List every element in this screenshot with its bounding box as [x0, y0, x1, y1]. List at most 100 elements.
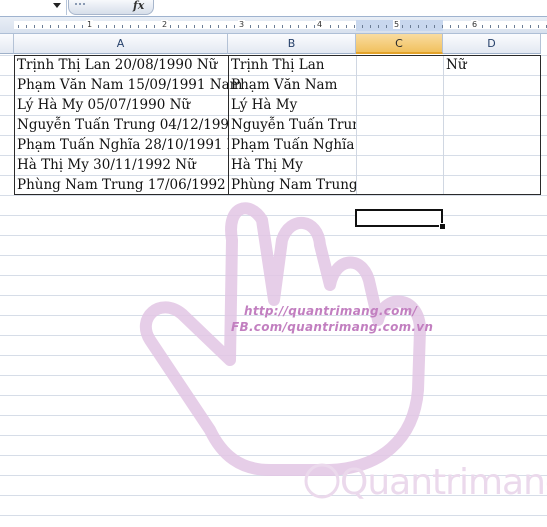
- grid-row-line: [0, 475, 547, 476]
- table-column-divider: [228, 55, 229, 195]
- grid-row-line: [0, 335, 547, 336]
- ruler-tick: [506, 25, 507, 28]
- grid-row-line: [0, 215, 547, 216]
- ruler-tick: [186, 25, 187, 28]
- cell-d[interactable]: [443, 175, 541, 195]
- name-box[interactable]: [0, 0, 67, 15]
- ruler-tick: [266, 25, 267, 28]
- excel-window: fx 1 2 3 4 5 6 A B C D Trịnh Thị Lan 20/…: [0, 0, 547, 527]
- ruler-tick: [26, 25, 27, 28]
- ruler-tick: [82, 25, 83, 28]
- cell-b[interactable]: Phạm Văn Nam: [228, 75, 356, 95]
- cell-b[interactable]: Phùng Nam Trung: [228, 175, 356, 195]
- cell-c[interactable]: [356, 55, 443, 75]
- formula-input[interactable]: [154, 0, 547, 15]
- cell-d[interactable]: [443, 155, 541, 175]
- insert-function-button[interactable]: fx: [133, 0, 144, 12]
- ruler-tick: [450, 25, 451, 28]
- ruler-tick: [178, 25, 179, 28]
- cell-b[interactable]: Lý Hà My: [228, 95, 356, 115]
- ruler-tick: [130, 25, 131, 28]
- ruler-tick: [58, 25, 59, 28]
- ruler-tick: [282, 25, 283, 28]
- fill-handle[interactable]: [439, 223, 446, 230]
- cell-a[interactable]: Phùng Nam Trung 17/06/1992 Nam: [14, 175, 228, 195]
- column-header-c[interactable]: C: [356, 34, 443, 54]
- formula-bar: fx: [0, 0, 547, 17]
- ruler-tick: [386, 25, 387, 28]
- ruler-tick: [34, 25, 35, 28]
- table-row: Hà Thị My 30/11/1992 Nữ Hà Thị My: [14, 155, 541, 175]
- ruler-tick: [42, 25, 43, 28]
- ruler-tick: [498, 25, 499, 28]
- ruler-tick: [290, 25, 291, 28]
- ruler-tick: [514, 25, 515, 28]
- column-header-b[interactable]: B: [228, 34, 356, 54]
- cell-c[interactable]: [356, 155, 443, 175]
- ruler-tick: [402, 25, 403, 28]
- cell-a[interactable]: Hà Thị My 30/11/1992 Nữ: [14, 155, 228, 175]
- ruler-tick: [442, 25, 443, 28]
- cell-d[interactable]: [443, 75, 541, 95]
- grid-row-line: [0, 515, 547, 516]
- cell-b[interactable]: Hà Thị My: [228, 155, 356, 175]
- ruler-tick: [306, 25, 307, 28]
- grid-row-line: [0, 455, 547, 456]
- ruler-tick: [170, 25, 171, 28]
- horizontal-ruler: 1 2 3 4 5 6: [0, 17, 547, 34]
- grid-row-line: [0, 295, 547, 296]
- ruler-tick: [50, 25, 51, 28]
- grid-row-line: [0, 315, 547, 316]
- ruler-tick: [194, 25, 195, 28]
- ruler-tick: [274, 25, 275, 28]
- column-header-a[interactable]: A: [14, 34, 228, 54]
- ruler-tick: [210, 25, 211, 28]
- ruler-tick: [370, 25, 371, 28]
- ruler-tick: [490, 25, 491, 28]
- ruler-tick: [218, 25, 219, 28]
- ruler-tick: [458, 25, 459, 28]
- chevron-down-icon[interactable]: [53, 3, 61, 8]
- ruler-number: 5: [393, 20, 401, 29]
- cell-c[interactable]: [356, 95, 443, 115]
- ruler-tick: [114, 25, 115, 28]
- cell-b[interactable]: Nguyễn Tuấn Trung: [228, 115, 356, 135]
- ruler-tick: [410, 25, 411, 28]
- ruler-tick: [122, 25, 123, 28]
- cell-c[interactable]: [356, 115, 443, 135]
- ruler-tick: [362, 25, 363, 28]
- cell-c[interactable]: [356, 75, 443, 95]
- cell-d[interactable]: Nữ: [443, 55, 541, 75]
- formula-bar-handle[interactable]: fx: [68, 0, 154, 15]
- cell-a[interactable]: Trịnh Thị Lan 20/08/1990 Nữ: [14, 55, 228, 75]
- ruler-tick: [66, 25, 67, 28]
- column-header-d[interactable]: D: [443, 34, 541, 54]
- ruler-tick: [538, 25, 539, 28]
- table-row: Nguyễn Tuấn Trung 04/12/1992 Nam Nguyễn …: [14, 115, 541, 135]
- cell-d[interactable]: [443, 95, 541, 115]
- ruler-tick: [74, 25, 75, 28]
- selected-cell[interactable]: [355, 209, 443, 227]
- cell-a[interactable]: Lý Hà My 05/07/1990 Nữ: [14, 95, 228, 115]
- cell-b[interactable]: Phạm Tuấn Nghĩa: [228, 135, 356, 155]
- ruler-tick: [226, 25, 227, 28]
- cell-a[interactable]: Nguyễn Tuấn Trung 04/12/1992 Nam: [14, 115, 228, 135]
- ruler-tick: [298, 25, 299, 28]
- cell-d[interactable]: [443, 115, 541, 135]
- ruler-tick: [154, 25, 155, 28]
- cell-d[interactable]: [443, 135, 541, 155]
- cell-a[interactable]: Phạm Văn Nam 15/09/1991 Nam: [14, 75, 242, 95]
- ruler-number: 4: [316, 20, 324, 29]
- ruler-tick: [482, 25, 483, 28]
- select-all-corner[interactable]: [0, 34, 14, 54]
- table-row: Phạm Tuấn Nghĩa 28/10/1991 Nam Phạm Tuấn…: [14, 135, 541, 155]
- cell-b[interactable]: Trịnh Thị Lan: [228, 55, 356, 75]
- ruler-tick: [314, 25, 315, 28]
- ruler-tick: [98, 25, 99, 28]
- cell-a[interactable]: Phạm Tuấn Nghĩa 28/10/1991 Nam: [14, 135, 228, 155]
- cell-c[interactable]: [356, 135, 443, 155]
- ruler-tick: [530, 25, 531, 28]
- ruler-tick: [378, 25, 379, 28]
- cell-c[interactable]: [356, 175, 443, 195]
- table-row: Lý Hà My 05/07/1990 Nữ Lý Hà My: [14, 95, 541, 115]
